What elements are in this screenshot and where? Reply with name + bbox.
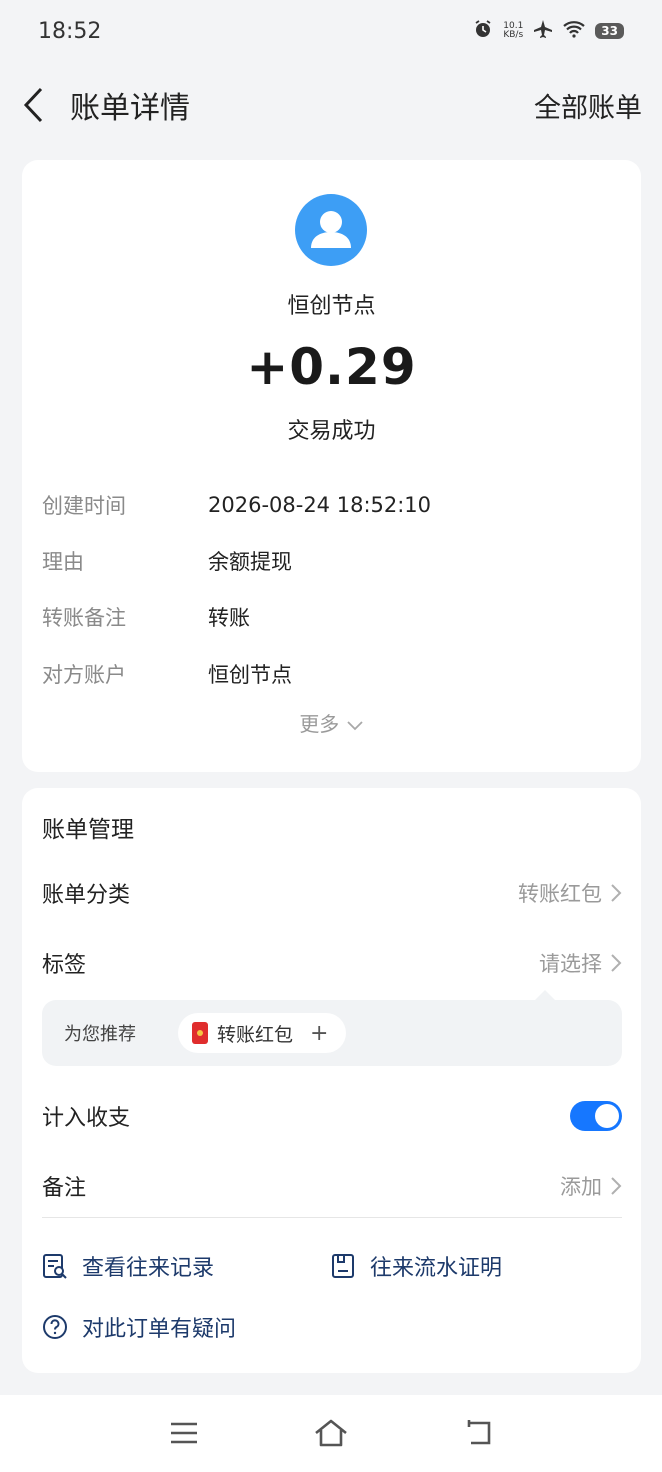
status-icons: 10.1 KB/s 33 [473, 19, 624, 43]
transaction-proof-link[interactable]: 往来流水证明 [330, 1250, 502, 1282]
include-toggle[interactable] [570, 1101, 622, 1131]
chip-label: 转账红包 [217, 1023, 294, 1046]
chevron-right-icon [611, 954, 622, 972]
category-value-text: 转账红包 [518, 882, 602, 906]
toggle-knob [595, 1104, 619, 1128]
chevron-right-icon [611, 1177, 622, 1195]
category-label: 账单分类 [42, 883, 131, 908]
header: 账单详情 全部账单 [0, 70, 662, 140]
include-label: 计入收支 [42, 1106, 131, 1131]
menu-button[interactable] [166, 1417, 202, 1449]
note-value[interactable]: 添加 [560, 1171, 622, 1201]
all-bills-link[interactable]: 全部账单 [534, 86, 642, 125]
recommended-tag-chip[interactable]: 转账红包 + [178, 1013, 346, 1053]
detail-value: 转账 [208, 606, 250, 630]
more-label: 更多 [299, 712, 340, 736]
detail-value: 余额提现 [208, 550, 292, 574]
category-row[interactable]: 账单分类 转账红包 [42, 873, 622, 913]
user-icon [311, 211, 351, 248]
note-row[interactable]: 备注 添加 [42, 1166, 622, 1206]
transaction-proof-label: 往来流水证明 [370, 1256, 503, 1281]
back-button[interactable] [22, 85, 56, 125]
menu-icon [171, 1422, 197, 1444]
status-time: 18:52 [38, 18, 102, 44]
help-circle-icon [42, 1314, 68, 1340]
category-value[interactable]: 转账红包 [518, 878, 622, 908]
bill-management-card: 账单管理 账单分类 转账红包 标签 请选择 为您推荐 转账红包 + 计入收支 备… [22, 788, 641, 1373]
note-value-text: 添加 [560, 1175, 602, 1199]
page-title: 账单详情 [70, 91, 190, 126]
more-toggle[interactable]: 更多 [22, 708, 641, 737]
detail-value: 2026-08-24 18:52:10 [208, 493, 432, 517]
home-button[interactable] [313, 1417, 349, 1449]
detail-label: 创建时间 [42, 494, 126, 518]
red-packet-icon [192, 1022, 208, 1044]
net-speed: 10.1 KB/s [503, 22, 523, 40]
chevron-left-icon [23, 87, 43, 123]
divider [42, 1217, 622, 1218]
amount: +0.29 [246, 338, 417, 396]
recommend-label: 为您推荐 [64, 1024, 136, 1045]
tag-row[interactable]: 标签 请选择 [42, 943, 622, 983]
record-search-icon [42, 1253, 68, 1279]
view-records-link[interactable]: 查看往来记录 [42, 1250, 214, 1282]
back-nav-button[interactable] [461, 1417, 497, 1449]
wifi-icon [563, 20, 586, 42]
tag-label: 标签 [42, 953, 87, 978]
avatar [295, 194, 367, 266]
section-title: 账单管理 [42, 817, 134, 843]
view-records-label: 查看往来记录 [82, 1256, 215, 1281]
tag-value-text: 请选择 [539, 952, 602, 976]
detail-row-created-time: 创建时间 2026-08-24 18:52:10 [42, 488, 431, 522]
order-question-label: 对此订单有疑问 [82, 1317, 237, 1342]
system-nav-bar [0, 1395, 662, 1472]
return-icon [467, 1420, 491, 1445]
order-question-link[interactable]: 对此订单有疑问 [42, 1311, 236, 1343]
detail-label: 对方账户 [42, 663, 126, 687]
detail-value: 恒创节点 [208, 663, 292, 687]
detail-row-transfer-note: 转账备注 转账 [42, 600, 250, 634]
document-icon [330, 1253, 356, 1279]
header-left: 账单详情 [22, 83, 190, 127]
tag-value[interactable]: 请选择 [539, 948, 622, 978]
chevron-down-icon [347, 721, 363, 731]
tag-recommendation: 为您推荐 转账红包 + [42, 990, 622, 1066]
battery-icon: 33 [595, 23, 624, 39]
payee-name: 恒创节点 [287, 294, 376, 319]
status-bar: 18:52 10.1 KB/s 33 [0, 0, 662, 62]
include-in-stats-row: 计入收支 [42, 1096, 622, 1136]
alarm-icon [473, 19, 493, 43]
detail-row-counterparty: 对方账户 恒创节点 [42, 657, 292, 691]
detail-row-reason: 理由 余额提现 [42, 544, 292, 578]
transaction-status: 交易成功 [287, 419, 376, 444]
plus-icon: + [310, 1020, 329, 1046]
detail-label: 转账备注 [42, 606, 126, 630]
chevron-right-icon [611, 884, 622, 902]
detail-label: 理由 [42, 550, 84, 574]
note-label: 备注 [42, 1176, 87, 1201]
home-icon [315, 1419, 347, 1447]
net-speed-unit: KB/s [503, 30, 524, 40]
airplane-icon [533, 19, 553, 43]
transaction-summary-card: 恒创节点 +0.29 交易成功 创建时间 2026-08-24 18:52:10… [22, 160, 641, 772]
